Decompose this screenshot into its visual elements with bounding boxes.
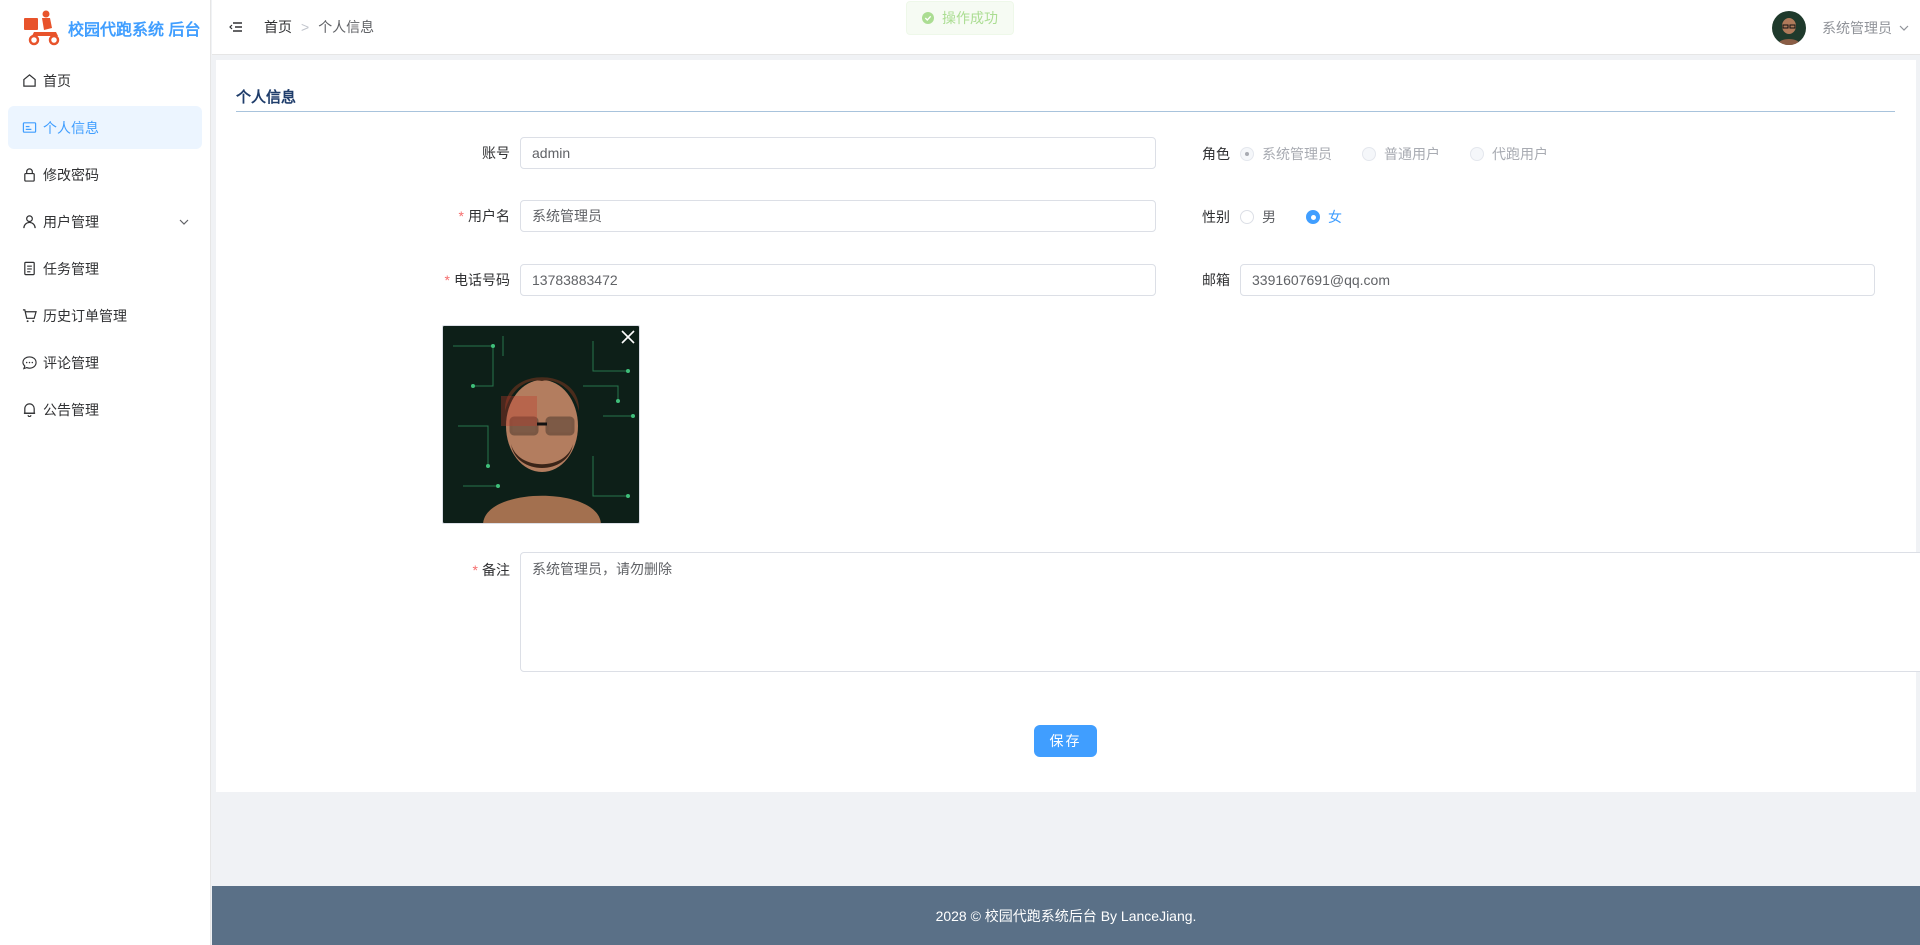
- username-row: * 用户名: [400, 200, 1156, 232]
- role-row: 角色 系统管理员 普通用户 代跑用户: [1194, 144, 1578, 164]
- phone-input[interactable]: [520, 264, 1156, 296]
- breadcrumb-home[interactable]: 首页: [264, 17, 292, 37]
- bell-icon: [21, 402, 37, 418]
- sidebar-item-profile[interactable]: 个人信息: [8, 106, 202, 149]
- avatar-image: [443, 326, 639, 523]
- logo[interactable]: 校园代跑系统 后台: [0, 0, 210, 55]
- close-icon[interactable]: [619, 328, 637, 346]
- email-input[interactable]: [1240, 264, 1875, 296]
- cart-icon: [21, 308, 37, 324]
- gender-option-female[interactable]: 女: [1306, 207, 1342, 227]
- sidebar-menu: 首页 个人信息 修改密码 用户管理 任务管理 历史订单管理 评论管理 公告管理: [0, 59, 210, 431]
- sidebar-item-label: 修改密码: [43, 166, 99, 183]
- sidebar-item-label: 用户管理: [43, 213, 99, 230]
- role-option-normal-user: 普通用户: [1362, 144, 1440, 164]
- gender-row: 性别 男 女: [1194, 207, 1372, 227]
- email-label: 邮箱: [1202, 272, 1230, 288]
- required-mark: *: [472, 562, 478, 578]
- sidebar-item-comment-management[interactable]: 评论管理: [8, 341, 202, 384]
- required-mark: *: [444, 272, 450, 288]
- check-circle-icon: [922, 12, 934, 24]
- breadcrumb: 首页 > 个人信息: [264, 17, 374, 37]
- user-icon: [21, 214, 37, 230]
- breadcrumb-current: 个人信息: [318, 19, 375, 35]
- delivery-scooter-logo-icon: [24, 10, 60, 45]
- radio-dot: [1362, 147, 1376, 161]
- radio-dot: [1240, 210, 1254, 224]
- sidebar-item-label: 首页: [43, 72, 71, 89]
- footer: 2028 © 校园代跑系统后台 By LanceJiang.: [212, 886, 1920, 945]
- title-divider: [236, 111, 1895, 112]
- radio-dot: [1470, 147, 1484, 161]
- gender-option-male[interactable]: 男: [1240, 207, 1276, 227]
- document-icon: [21, 261, 37, 277]
- sidebar-item-user-management[interactable]: 用户管理: [8, 200, 202, 243]
- phone-row: * 电话号码: [400, 264, 1156, 296]
- sidebar-item-label: 历史订单管理: [43, 307, 127, 324]
- sidebar-item-task-management[interactable]: 任务管理: [8, 247, 202, 290]
- remark-row: * 备注 系统管理员，请勿删除: [400, 552, 1920, 672]
- radio-dot: [1306, 210, 1320, 224]
- remark-textarea[interactable]: 系统管理员，请勿删除: [520, 552, 1920, 672]
- brand-title: 校园代跑系统 后台: [68, 21, 201, 39]
- top-header: 首页 > 个人信息 系统管理员: [212, 0, 1920, 55]
- avatar[interactable]: [1772, 10, 1806, 45]
- lock-icon: [21, 167, 37, 183]
- success-toast: 操作成功: [906, 1, 1014, 35]
- phone-label: * 电话号码: [444, 272, 510, 288]
- sidebar-item-announcement-management[interactable]: 公告管理: [8, 388, 202, 431]
- radio-dot: [1240, 147, 1254, 161]
- sidebar-item-label: 评论管理: [43, 354, 99, 371]
- gender-label: 性别: [1202, 209, 1230, 225]
- sidebar-item-label: 任务管理: [43, 260, 99, 277]
- sidebar-item-label: 公告管理: [43, 401, 99, 418]
- chat-icon: [21, 355, 37, 371]
- sidebar-item-change-password[interactable]: 修改密码: [8, 153, 202, 196]
- required-mark: *: [458, 208, 464, 224]
- sidebar: 校园代跑系统 后台 首页 个人信息 修改密码 用户管理 任务管理 历史订单管理 …: [0, 0, 211, 945]
- account-row: 账号: [400, 137, 1156, 169]
- page-title: 个人信息: [236, 89, 297, 106]
- avatar-upload-preview[interactable]: [442, 325, 640, 524]
- email-row: 邮箱: [1194, 264, 1875, 296]
- account-label: 账号: [482, 145, 510, 161]
- role-label: 角色: [1202, 146, 1230, 162]
- user-dropdown[interactable]: 系统管理员: [1772, 0, 1910, 55]
- footer-copyright: 2028 © 校园代跑系统后台 By LanceJiang.: [935, 907, 1197, 924]
- sidebar-item-order-history[interactable]: 历史订单管理: [8, 294, 202, 337]
- account-input[interactable]: [520, 137, 1156, 169]
- sidebar-item-label: 个人信息: [43, 119, 99, 136]
- sidebar-item-home[interactable]: 首页: [8, 59, 202, 102]
- user-name[interactable]: 系统管理员: [1822, 18, 1892, 38]
- username-input[interactable]: [520, 200, 1156, 232]
- chevron-down-icon[interactable]: [178, 216, 190, 228]
- username-label: * 用户名: [458, 208, 510, 224]
- id-card-icon: [21, 120, 37, 136]
- remark-label: * 备注: [472, 562, 510, 578]
- role-option-runner: 代跑用户: [1470, 144, 1548, 164]
- breadcrumb-separator: >: [301, 19, 310, 35]
- toast-message: 操作成功: [942, 10, 998, 26]
- menu-fold-icon[interactable]: [228, 19, 244, 35]
- chevron-down-icon[interactable]: [1898, 22, 1910, 34]
- role-option-admin: 系统管理员: [1240, 144, 1332, 164]
- home-icon: [21, 73, 37, 89]
- save-button[interactable]: 保存: [1034, 725, 1097, 757]
